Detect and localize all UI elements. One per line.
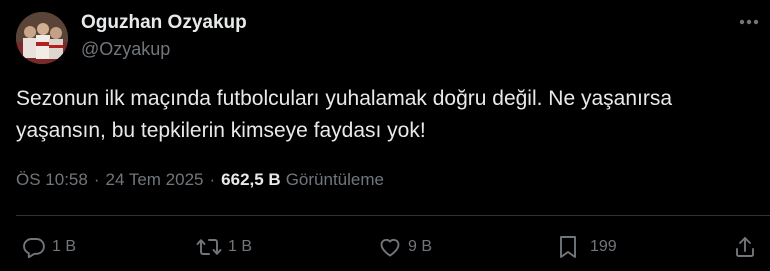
avatar-photo xyxy=(16,12,68,64)
bookmark-count: 199 xyxy=(590,238,617,255)
bookmark-button[interactable]: 199 xyxy=(556,230,617,264)
tweet-text: Sezonun ilk maçında futbolcuları yuhalam… xyxy=(16,87,673,142)
reply-icon xyxy=(23,238,45,259)
retweet-icon xyxy=(196,239,222,255)
more-options-icon[interactable] xyxy=(736,13,762,31)
views-label: Görüntüleme xyxy=(285,170,384,189)
share-icon xyxy=(736,237,754,257)
reply-button[interactable]: 1 B xyxy=(22,230,76,264)
action-bar: 1 B 1 B 9 B 199 xyxy=(0,230,770,264)
display-name[interactable]: Oguzhan Ozyakup xyxy=(81,12,247,34)
tweet-time[interactable]: ÖS 10:58 xyxy=(16,170,88,190)
tweet-metadata: ÖS 10:58 · 24 Tem 2025 · 662,5 B Görüntü… xyxy=(16,170,384,190)
retweet-button[interactable]: 1 B xyxy=(196,230,252,264)
separator: · xyxy=(209,170,216,189)
reply-count: 1 B xyxy=(52,238,77,255)
divider xyxy=(16,215,770,216)
separator: · xyxy=(93,170,100,189)
heart-icon xyxy=(380,238,400,257)
share-button[interactable] xyxy=(733,230,757,264)
like-button[interactable]: 9 B xyxy=(378,230,432,264)
tweet-date[interactable]: 24 Tem 2025 xyxy=(106,170,204,190)
views-count[interactable]: 662,5 B xyxy=(221,170,281,190)
avatar[interactable] xyxy=(16,12,68,64)
tweet-card: Oguzhan Ozyakup @Ozyakup Sezonun ilk maç… xyxy=(0,0,770,271)
retweet-count: 1 B xyxy=(228,238,253,255)
bookmark-icon xyxy=(560,236,576,258)
like-count: 9 B xyxy=(408,238,433,255)
user-handle[interactable]: @Ozyakup xyxy=(81,39,170,60)
